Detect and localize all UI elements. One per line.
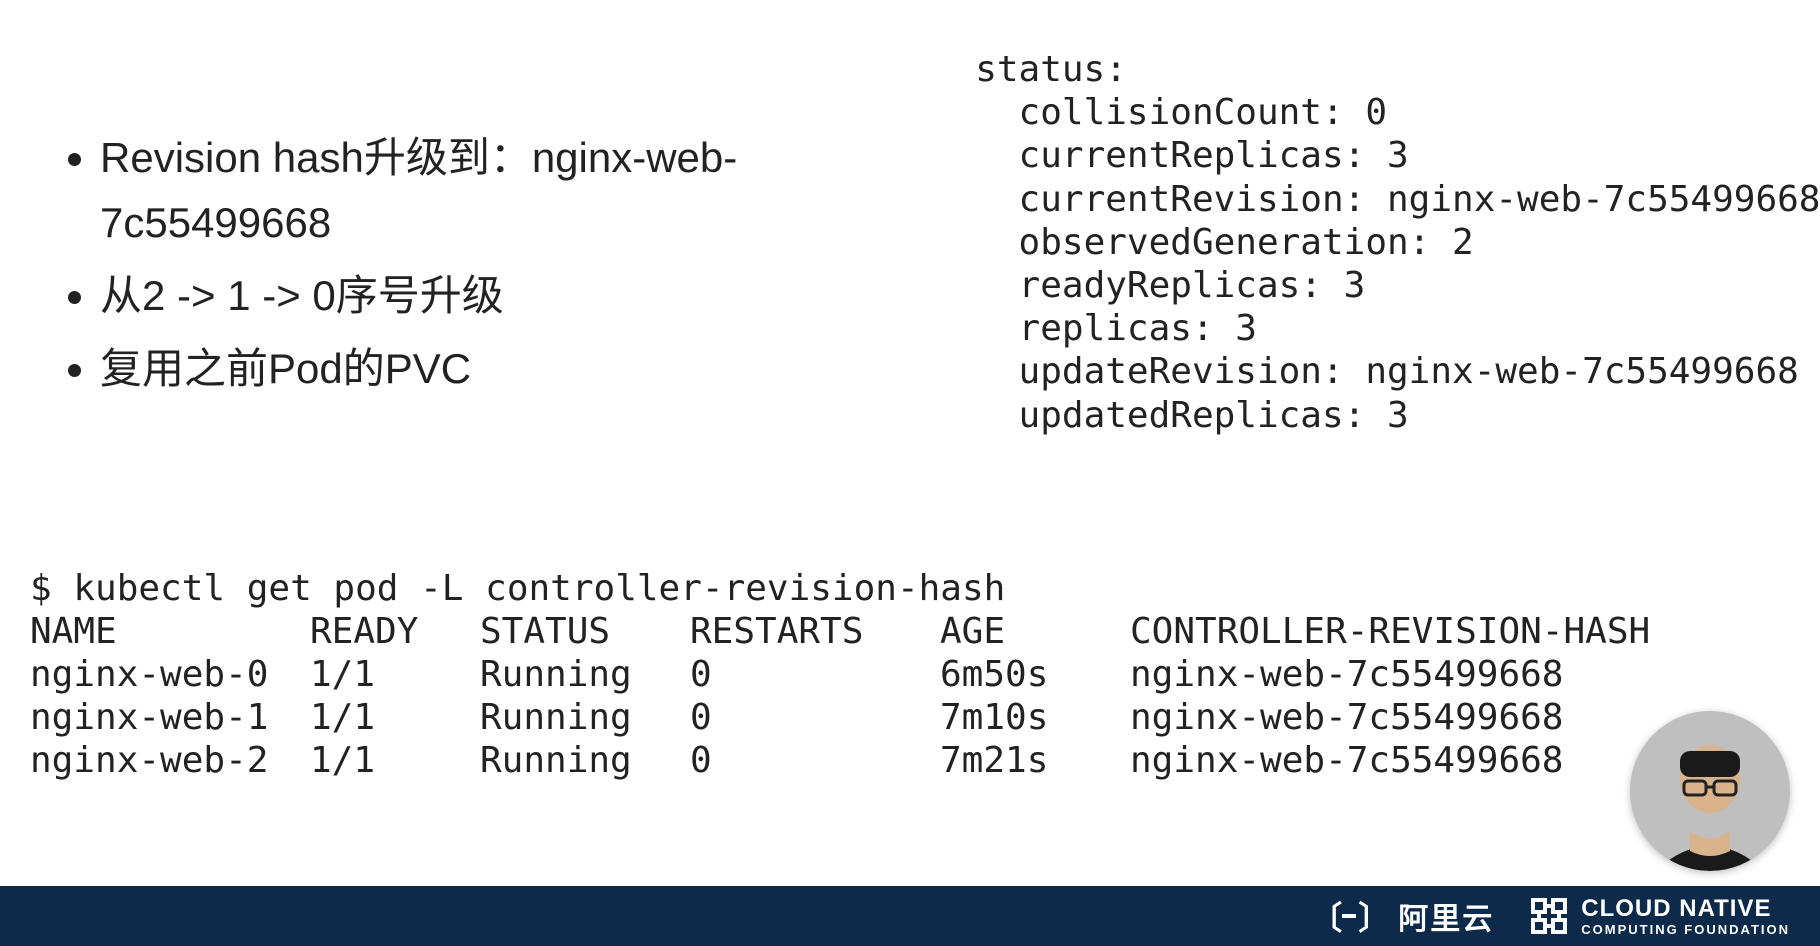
cncf-line2: COMPUTING FOUNDATION — [1581, 923, 1790, 936]
table-row: nginx-web-01/1Running06m50snginx-web-7c5… — [30, 654, 1563, 695]
col-age: AGE — [940, 610, 1130, 653]
cell: nginx-web-0 — [30, 653, 310, 696]
cell: Running — [480, 739, 690, 782]
col-hash: CONTROLLER-REVISION-HASH — [1130, 611, 1650, 652]
cell: 1/1 — [310, 653, 480, 696]
status-currentRevision: currentRevision: nginx-web-7c55499668 — [1019, 179, 1820, 220]
cell: Running — [480, 696, 690, 739]
col-ready: READY — [310, 610, 480, 653]
cell: nginx-web-7c55499668 — [1130, 740, 1563, 781]
cell: nginx-web-1 — [30, 696, 310, 739]
cell: 7m21s — [940, 739, 1130, 782]
cell: 7m10s — [940, 696, 1130, 739]
cell: 6m50s — [940, 653, 1130, 696]
cell: Running — [480, 653, 690, 696]
status-header: status: — [975, 49, 1127, 90]
aliyun-mark-icon: 〔〕 — [1310, 893, 1388, 939]
kubectl-output: $ kubectl get pod -L controller-revision… — [30, 567, 1790, 783]
aliyun-text: 阿里云 — [1398, 894, 1494, 938]
col-restarts: RESTARTS — [690, 610, 940, 653]
person-icon — [1630, 711, 1790, 871]
cncf-line1: CLOUD NATIVE — [1581, 897, 1790, 921]
cncf-logo: CLOUD NATIVE COMPUTING FOUNDATION — [1529, 896, 1790, 936]
footer-bar: 〔〕 阿里云 CLOUD NATIVE COMPUTING FOUNDATION — [0, 886, 1820, 946]
top-row: Revision hash升级到：nginx-web-7c55499668 从2… — [30, 30, 1790, 437]
status-yaml: status: collisionCount: 0 currentReplica… — [975, 30, 1820, 437]
slide-content: Revision hash升级到：nginx-web-7c55499668 从2… — [0, 0, 1820, 886]
col-name: NAME — [30, 610, 310, 653]
status-currentReplicas: currentReplicas: 3 — [1019, 135, 1409, 176]
cell: 0 — [690, 653, 940, 696]
speaker-avatar — [1630, 711, 1790, 871]
bullet-item: 从2 -> 1 -> 0序号升级 — [100, 263, 945, 328]
cell: nginx-web-2 — [30, 739, 310, 782]
bullet-list: Revision hash升级到：nginx-web-7c55499668 从2… — [30, 30, 945, 437]
cell: 1/1 — [310, 696, 480, 739]
col-status: STATUS — [480, 610, 690, 653]
status-replicas: replicas: 3 — [1019, 308, 1257, 349]
table-row: nginx-web-21/1Running07m21snginx-web-7c5… — [30, 740, 1563, 781]
bullet-item: Revision hash升级到：nginx-web-7c55499668 — [100, 125, 945, 255]
command-line: $ kubectl get pod -L controller-revision… — [30, 568, 1005, 609]
status-updatedReplicas: updatedReplicas: 3 — [1019, 395, 1409, 436]
status-updateRevision: updateRevision: nginx-web-7c55499668 — [1019, 351, 1799, 392]
status-observedGeneration: observedGeneration: 2 — [1019, 222, 1474, 263]
status-readyReplicas: readyReplicas: 3 — [1019, 265, 1366, 306]
table-header-row: NAMEREADYSTATUSRESTARTSAGECONTROLLER-REV… — [30, 611, 1650, 652]
cell: nginx-web-7c55499668 — [1130, 697, 1563, 738]
table-row: nginx-web-11/1Running07m10snginx-web-7c5… — [30, 697, 1563, 738]
aliyun-logo: 〔〕 阿里云 — [1310, 893, 1494, 939]
cell: 0 — [690, 696, 940, 739]
cell: 1/1 — [310, 739, 480, 782]
bullet-item: 复用之前Pod的PVC — [100, 336, 945, 401]
status-collisionCount: collisionCount: 0 — [1019, 92, 1387, 133]
cncf-mark-icon — [1529, 896, 1569, 936]
cell: 0 — [690, 739, 940, 782]
cell: nginx-web-7c55499668 — [1130, 654, 1563, 695]
cncf-text: CLOUD NATIVE COMPUTING FOUNDATION — [1581, 897, 1790, 936]
